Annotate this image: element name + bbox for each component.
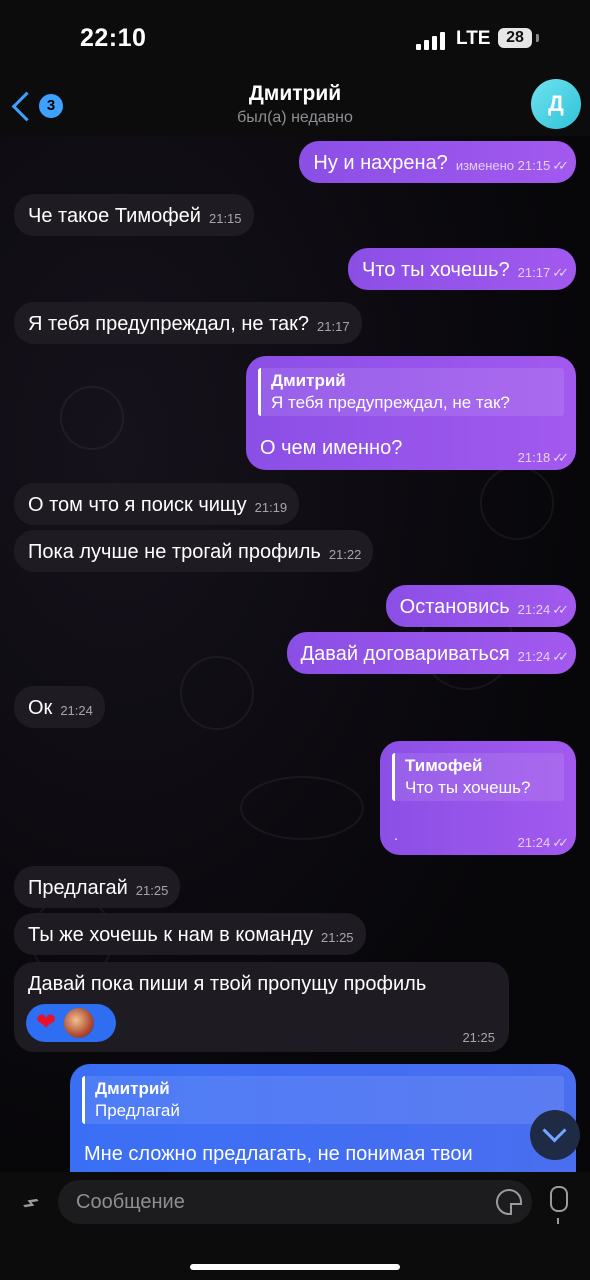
- message-time: 21:25: [321, 930, 354, 945]
- message-input-placeholder: Сообщение: [76, 1191, 185, 1213]
- message-time: 21:25: [462, 1030, 495, 1045]
- message-input[interactable]: Сообщение: [58, 1180, 532, 1224]
- read-ticks-icon: ✓✓: [552, 602, 569, 617]
- message-time: 21:17: [517, 265, 551, 280]
- chat-header: 3 Дмитрий был(а) недавно Д: [0, 79, 590, 136]
- message-edited: изменено: [455, 158, 515, 173]
- read-ticks-icon: ✓✓: [552, 649, 569, 664]
- signal-icon: [416, 30, 446, 50]
- scroll-down-icon[interactable]: [530, 1110, 580, 1160]
- reply-author: Дмитрий: [271, 371, 346, 390]
- network-type: LTE: [456, 28, 491, 49]
- message-text: .: [394, 827, 398, 843]
- status-bar: 22:10 LTE 28: [0, 0, 590, 80]
- message-incoming[interactable]: Че такое Тимофей 21:15: [14, 194, 254, 236]
- message-outgoing-reply[interactable]: Дмитрий Я тебя предупреждал, не так? О ч…: [246, 356, 576, 470]
- message-text: Давай пока пиши я твой пропущу профиль: [28, 973, 427, 995]
- message-text: Что ты хочешь?: [362, 259, 510, 281]
- message-time: 21:24: [517, 649, 551, 664]
- message-text: Остановись: [399, 596, 510, 618]
- message-incoming[interactable]: Ок 21:24: [14, 686, 105, 728]
- message-text: Ты же хочешь к нам в команду: [28, 924, 313, 946]
- message-time: 21:24: [60, 703, 93, 718]
- input-bar: ⌁ Сообщение: [0, 1172, 590, 1280]
- contact-status: был(а) недавно: [237, 109, 353, 126]
- message-text: О чем именно?: [260, 437, 403, 459]
- message-incoming[interactable]: Давай пока пиши я твой пропущу профиль ❤…: [14, 962, 509, 1052]
- paperclip-icon[interactable]: ⌁: [7, 1179, 55, 1227]
- message-text: Мне сложно предлагать, не понимая твои: [84, 1143, 473, 1165]
- message-outgoing[interactable]: Ну и нахрена? изменено 21:15 ✓✓: [299, 141, 576, 183]
- reaction-chip[interactable]: ❤: [26, 1004, 116, 1042]
- wallpaper-doodle: [180, 656, 254, 730]
- microphone-icon[interactable]: [550, 1186, 568, 1224]
- read-ticks-icon: ✓✓: [552, 450, 569, 465]
- reply-quote[interactable]: Дмитрий Предлагай: [82, 1076, 564, 1124]
- status-time: 22:10: [80, 24, 147, 52]
- chat-area[interactable]: Ну и нахрена? изменено 21:15 ✓✓ Че такое …: [0, 136, 590, 1172]
- message-time: 21:24: [517, 835, 551, 850]
- message-text: Ну и нахрена?: [313, 152, 448, 174]
- message-time: 21:17: [317, 319, 350, 334]
- message-time: 21:19: [254, 500, 288, 515]
- read-ticks-icon: ✓✓: [552, 835, 569, 850]
- message-text: О том что я поиск чищу: [28, 494, 247, 516]
- wallpaper-doodle: [480, 466, 554, 540]
- wallpaper-doodle: [60, 386, 124, 450]
- reply-quote[interactable]: Тимофей Что ты хочешь?: [392, 753, 564, 801]
- message-time: 21:15: [517, 158, 551, 173]
- wallpaper-doodle: [240, 776, 364, 840]
- read-ticks-icon: ✓✓: [552, 265, 569, 280]
- reply-author: Дмитрий: [95, 1079, 170, 1098]
- message-text: Я тебя предупреждал, не так?: [28, 313, 310, 335]
- reply-text: Я тебя предупреждал, не так?: [271, 393, 510, 412]
- message-text: Пока лучше не трогай профиль: [28, 541, 321, 563]
- read-ticks-icon: ✓✓: [552, 158, 569, 173]
- message-incoming[interactable]: Я тебя предупреждал, не так? 21:17: [14, 302, 362, 344]
- message-outgoing[interactable]: Давай договариваться 21:24 ✓✓: [286, 632, 576, 674]
- message-outgoing[interactable]: Что ты хочешь? 21:17 ✓✓: [348, 248, 576, 290]
- message-outgoing-reply[interactable]: Дмитрий Предлагай Мне сложно предлагать,…: [70, 1064, 576, 1172]
- battery-icon: 28: [498, 28, 532, 48]
- message-text: Че такое Тимофей: [28, 205, 201, 227]
- heart-reaction-icon: ❤: [36, 1009, 57, 1036]
- home-indicator: [190, 1264, 400, 1270]
- battery-tip: [536, 34, 539, 42]
- contact-avatar[interactable]: Д: [531, 79, 581, 129]
- message-outgoing-reply[interactable]: Тимофей Что ты хочешь? . 21:24 ✓✓: [380, 741, 576, 855]
- reply-author: Тимофей: [405, 756, 483, 775]
- reactor-avatar: [64, 1008, 95, 1038]
- message-time: 21:22: [328, 547, 362, 562]
- message-time: 21:18: [517, 450, 551, 465]
- message-time: 21:15: [208, 211, 242, 226]
- message-incoming[interactable]: Пока лучше не трогай профиль 21:22: [14, 530, 374, 572]
- reply-quote[interactable]: Дмитрий Я тебя предупреждал, не так?: [258, 368, 564, 416]
- contact-name[interactable]: Дмитрий: [0, 82, 590, 106]
- message-incoming[interactable]: Ты же хочешь к нам в команду 21:25: [14, 913, 366, 955]
- message-text: Давай договариваться: [300, 643, 510, 665]
- reply-text: Что ты хочешь?: [405, 778, 531, 797]
- message-outgoing[interactable]: Остановись 21:24 ✓✓: [385, 585, 576, 627]
- message-time: 21:24: [517, 602, 551, 617]
- sticker-icon[interactable]: [496, 1189, 522, 1215]
- message-text: Предлагай: [28, 877, 128, 899]
- message-time: 21:25: [135, 883, 169, 898]
- reply-text: Предлагай: [95, 1101, 180, 1120]
- message-text: Ок: [28, 697, 53, 719]
- message-incoming[interactable]: Предлагай 21:25: [14, 866, 181, 908]
- message-incoming[interactable]: О том что я поиск чищу 21:19: [14, 483, 300, 525]
